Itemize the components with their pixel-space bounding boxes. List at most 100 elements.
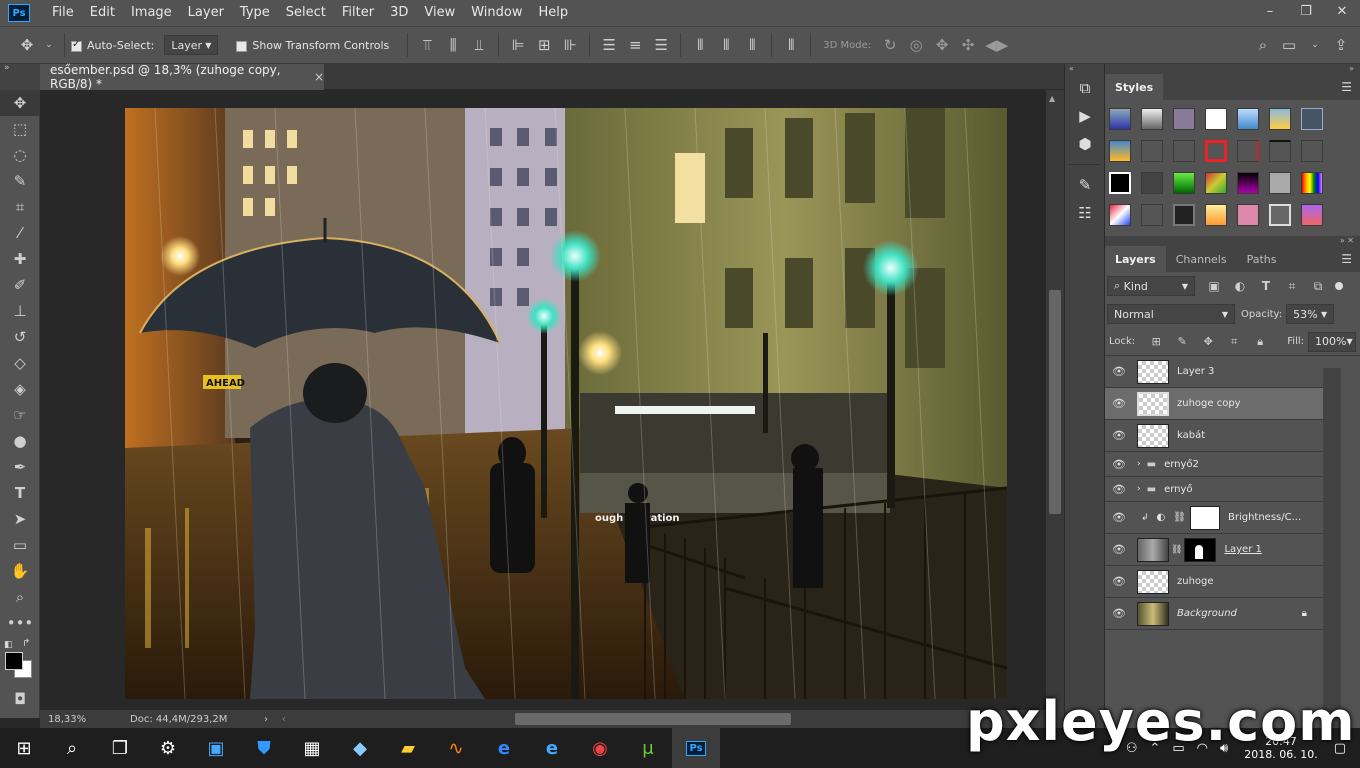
brush-panel-icon[interactable]: ✎ — [1065, 171, 1105, 199]
layer-name[interactable]: zuhoge — [1177, 576, 1214, 587]
layer-name[interactable]: ernyő2 — [1164, 459, 1199, 470]
panel-menu-icon[interactable]: ☰ — [1333, 246, 1360, 272]
history-brush-tool[interactable]: ↺ — [0, 324, 40, 350]
lock-all-icon[interactable]: 🔒︎ — [1251, 335, 1269, 349]
horizontal-scroll-thumb[interactable] — [515, 713, 791, 725]
eyedropper-tool[interactable]: ⁄ — [0, 220, 40, 246]
distribute-right-icon[interactable]: ⦀ — [743, 36, 761, 54]
style-swatch[interactable] — [1205, 140, 1227, 162]
layer-group-row[interactable]: 👁︎ › ▬ ernyő2 — [1105, 452, 1323, 477]
menu-3d[interactable]: 3D — [382, 0, 416, 26]
smudge-tool[interactable]: ☞ — [0, 402, 40, 428]
swap-colors-icon[interactable]: ↱ — [22, 638, 30, 649]
style-swatch[interactable] — [1109, 108, 1131, 130]
share-icon[interactable]: ⇪ — [1332, 36, 1350, 54]
style-swatch[interactable] — [1141, 172, 1163, 194]
style-swatch[interactable] — [1301, 140, 1323, 162]
lock-artboard-icon[interactable]: ⌗ — [1225, 335, 1243, 349]
quick-select-tool[interactable]: ✎ — [0, 168, 40, 194]
document-tab[interactable]: esőember.psd @ 18,3% (zuhoge copy, RGB/8… — [40, 63, 324, 91]
close-tab-icon[interactable]: × — [314, 70, 324, 84]
style-swatch[interactable] — [1269, 204, 1291, 226]
healing-brush-tool[interactable]: ✚ — [0, 246, 40, 272]
style-swatch[interactable] — [1109, 140, 1131, 162]
style-swatch[interactable] — [1141, 140, 1163, 162]
style-swatch[interactable] — [1205, 204, 1227, 226]
download-app-icon[interactable]: ∿ — [432, 728, 480, 768]
visibility-eye-icon[interactable]: 👁︎ — [1105, 575, 1133, 588]
layer-name[interactable]: Background — [1177, 608, 1237, 619]
distribute-hcenter-icon[interactable]: ⦀ — [717, 36, 735, 54]
tab-layers[interactable]: Layers — [1105, 246, 1166, 272]
lock-pixels-icon[interactable]: ✎ — [1173, 335, 1191, 348]
layer-name[interactable]: kabát — [1177, 430, 1205, 441]
opacity-field[interactable]: 53% ▼ — [1286, 304, 1335, 324]
lock-position-icon[interactable]: ✥ — [1199, 335, 1217, 348]
align-vcenter-icon[interactable]: ⫼ — [444, 36, 462, 54]
search-icon[interactable]: ⌕ — [1254, 36, 1272, 54]
style-swatch[interactable] — [1205, 108, 1227, 130]
tab-channels[interactable]: Channels — [1166, 246, 1237, 272]
menu-view[interactable]: View — [416, 0, 463, 26]
menu-type[interactable]: Type — [232, 0, 278, 26]
foreground-color-swatch[interactable] — [5, 652, 23, 670]
style-swatch[interactable] — [1269, 172, 1291, 194]
filter-pixel-icon[interactable]: ▣ — [1205, 279, 1223, 293]
style-swatch[interactable] — [1141, 204, 1163, 226]
style-swatch[interactable] — [1173, 172, 1195, 194]
document-canvas[interactable]: AHEAD ough H Station — [125, 108, 1007, 699]
photoshop-taskbar-icon[interactable]: Ps — [672, 728, 720, 768]
rectangle-tool[interactable]: ▭ — [0, 532, 40, 558]
visibility-eye-icon[interactable]: 👁︎ — [1105, 483, 1133, 496]
task-view-icon[interactable]: ❐ — [96, 728, 144, 768]
actions-panel-icon[interactable]: ▶ — [1065, 102, 1105, 130]
visibility-eye-icon[interactable]: 👁︎ — [1105, 429, 1133, 442]
pen-tool[interactable]: ✒ — [0, 454, 40, 480]
visibility-eye-icon[interactable]: 👁︎ — [1105, 607, 1133, 620]
chevron-right-icon[interactable]: › — [1137, 484, 1141, 494]
layer-row-selected[interactable]: 👁︎ zuhoge copy — [1105, 388, 1323, 420]
visibility-eye-icon[interactable]: 👁︎ — [1105, 511, 1133, 524]
align-right-icon[interactable]: ⊪ — [561, 36, 579, 54]
align-hcenter-icon[interactable]: ⊞ — [535, 36, 553, 54]
layer-row[interactable]: 👁︎ kabát — [1105, 420, 1323, 452]
3d-rotate-icon[interactable]: ↻ — [881, 36, 899, 54]
file-explorer-icon[interactable]: ▰ — [384, 728, 432, 768]
history-panel-icon[interactable]: ⧉ — [1065, 74, 1105, 102]
minimize-button[interactable]: – — [1252, 0, 1288, 26]
filter-shape-icon[interactable]: ⌗ — [1283, 279, 1301, 294]
auto-select-checkbox[interactable] — [71, 39, 82, 52]
style-swatch[interactable] — [1269, 140, 1291, 162]
lasso-tool[interactable]: ◌ — [0, 142, 40, 168]
type-tool[interactable]: T — [0, 480, 40, 506]
paint-bucket-tool[interactable]: ◈ — [0, 376, 40, 402]
visibility-eye-icon[interactable]: 👁︎ — [1105, 458, 1133, 471]
layer-name[interactable]: ernyő — [1164, 484, 1192, 495]
scroll-left-icon[interactable]: ‹ — [282, 714, 286, 725]
layer-row[interactable]: 👁︎ ⛓︎ Layer 1 — [1105, 534, 1323, 566]
layers-scrollbar[interactable] — [1323, 368, 1341, 728]
settings-gear-icon[interactable]: ⚙ — [144, 728, 192, 768]
layer-row[interactable]: 👁︎ Layer 3 — [1105, 356, 1323, 388]
panel-menu-icon[interactable]: ☰ — [1333, 74, 1360, 100]
filter-smart-object-icon[interactable]: ⧉ — [1309, 279, 1327, 294]
3d-slide-icon[interactable]: ✣ — [959, 36, 977, 54]
align-left-icon[interactable]: ⊫ — [509, 36, 527, 54]
style-swatch[interactable] — [1109, 172, 1131, 194]
scroll-up-icon[interactable]: ▲ — [1049, 94, 1055, 103]
collapse-icon[interactable]: « — [1065, 64, 1104, 74]
filter-type-icon[interactable]: T — [1257, 279, 1275, 293]
auto-align-icon[interactable]: ⫴ — [782, 36, 800, 54]
fill-field[interactable]: 100% ▼ — [1308, 331, 1356, 352]
more-tools-icon[interactable]: ••• — [0, 610, 40, 636]
status-menu-icon[interactable]: › — [264, 714, 268, 725]
layer-name[interactable]: Layer 3 — [1177, 366, 1214, 377]
style-swatch[interactable] — [1269, 108, 1291, 130]
utorrent-icon[interactable]: μ — [624, 728, 672, 768]
menu-filter[interactable]: Filter — [334, 0, 382, 26]
menu-window[interactable]: Window — [463, 0, 530, 26]
control-panel-icon[interactable]: ▣ — [192, 728, 240, 768]
tool-preset-chevron-icon[interactable]: ⌄ — [44, 40, 54, 50]
workspace-chevron-icon[interactable]: ⌄ — [1306, 40, 1324, 50]
blend-mode-dropdown[interactable]: Normal ▼ — [1107, 304, 1235, 324]
